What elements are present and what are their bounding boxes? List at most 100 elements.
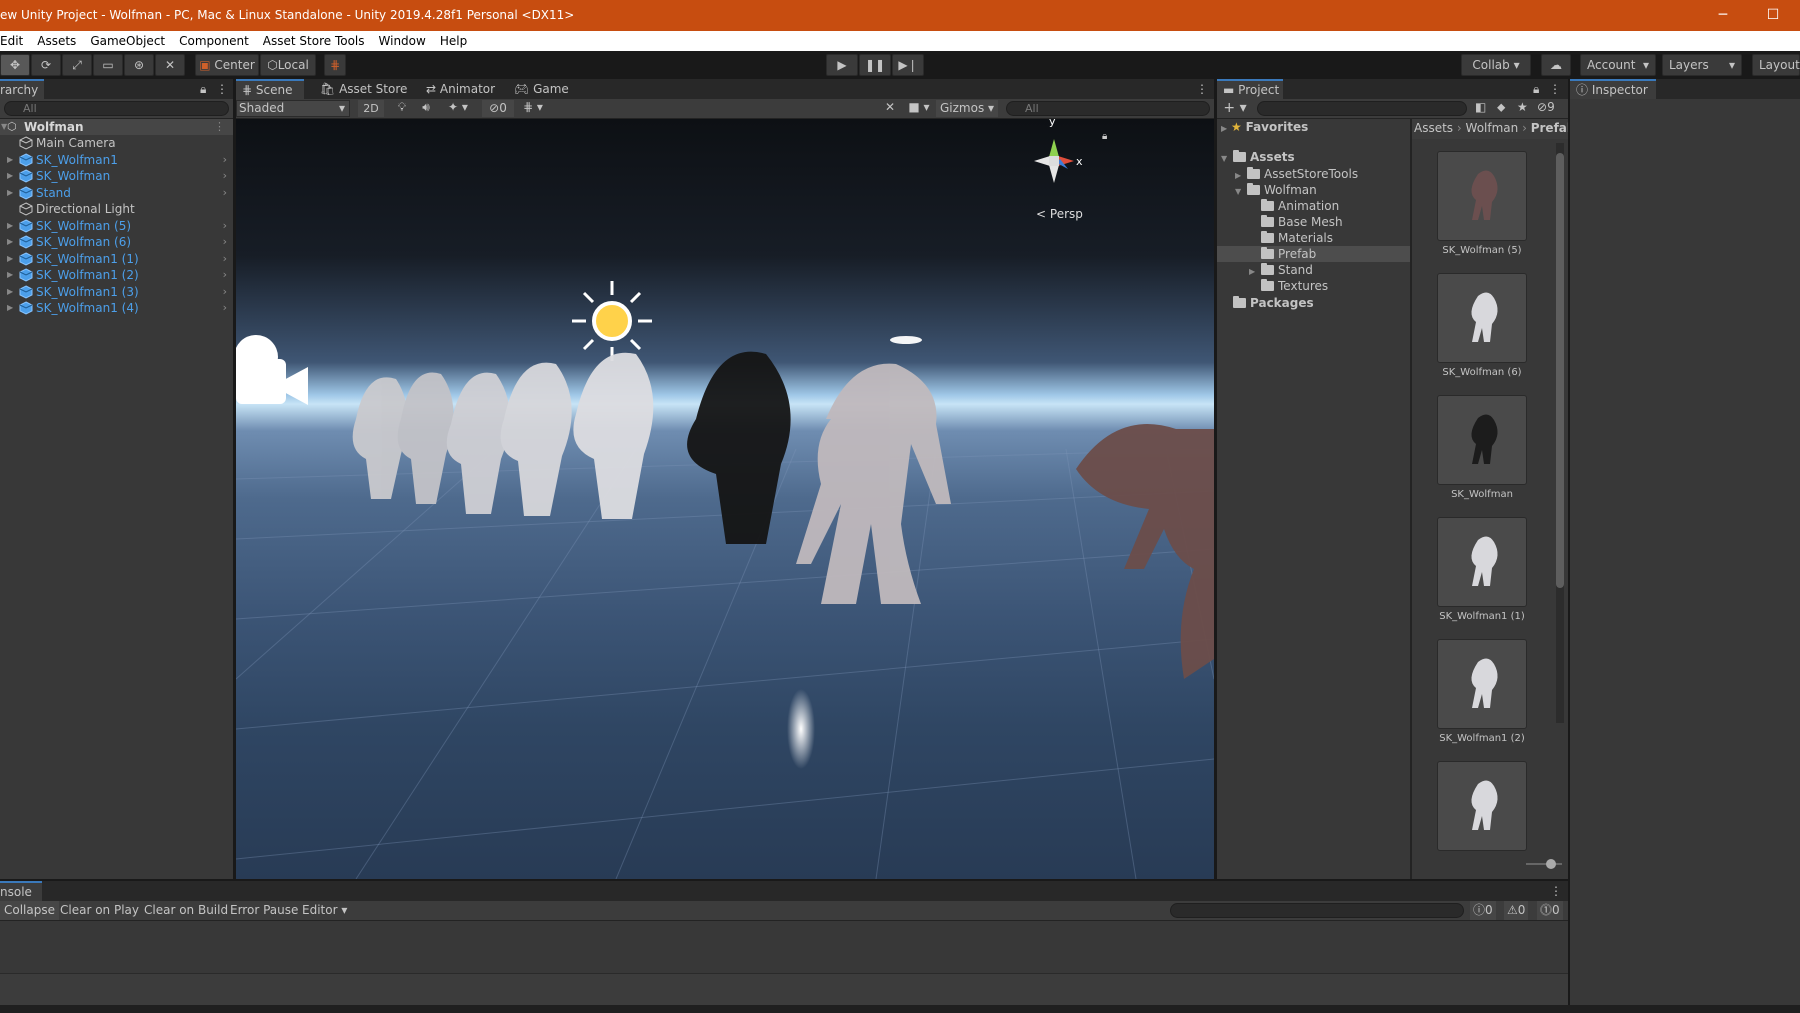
- layers-dropdown[interactable]: Layers ▾: [1662, 54, 1742, 76]
- chevron-right-icon[interactable]: ›: [223, 251, 227, 267]
- hierarchy-item[interactable]: ▶ SK_Wolfman1 ›: [0, 152, 233, 168]
- chevron-right-icon[interactable]: ›: [223, 234, 227, 250]
- favorites-row[interactable]: ▶ ★ Favorites: [1221, 119, 1308, 135]
- expand-arrow-icon[interactable]: ▶: [7, 185, 13, 201]
- custom-tool-icon[interactable]: ✕: [155, 54, 185, 76]
- persp-label[interactable]: < Persp: [1036, 207, 1083, 221]
- scrollbar-thumb[interactable]: [1556, 153, 1564, 588]
- warning-count-toggle[interactable]: ⚠0: [1504, 901, 1529, 920]
- asset-thumbnail[interactable]: [1437, 639, 1527, 729]
- step-button[interactable]: ▶❘: [892, 54, 924, 76]
- chevron-right-icon[interactable]: ›: [223, 284, 227, 300]
- search-by-type-icon[interactable]: ◧: [1475, 100, 1486, 114]
- breadcrumb-wolfman[interactable]: Wolfman: [1466, 121, 1519, 135]
- assets-scrollbar[interactable]: [1556, 143, 1564, 723]
- kebab-menu-icon[interactable]: ⋮: [1549, 79, 1561, 99]
- create-button[interactable]: + ▾: [1221, 100, 1249, 116]
- scene-kebab-icon[interactable]: ⋮: [1196, 79, 1208, 99]
- chevron-right-icon[interactable]: ›: [223, 267, 227, 283]
- tab-animator[interactable]: ⇄ Animator: [420, 79, 501, 99]
- kebab-menu-icon[interactable]: ⋮: [216, 79, 228, 99]
- console-search-input[interactable]: [1170, 903, 1464, 918]
- audio-icon[interactable]: 🔊︎: [416, 100, 436, 115]
- hidden-objects-toggle[interactable]: ⊘0: [482, 100, 514, 117]
- gizmo-lock-icon[interactable]: 🔒︎: [1102, 131, 1107, 142]
- rotate-tool-icon[interactable]: ⟳: [31, 54, 61, 76]
- expand-arrow-icon[interactable]: ▼: [1235, 184, 1247, 200]
- hidden-packages-toggle[interactable]: ⊘9: [1537, 100, 1555, 114]
- favorite-star-icon[interactable]: ★: [1517, 100, 1528, 114]
- expand-arrow-icon[interactable]: ▶: [7, 267, 13, 283]
- mode-2d-toggle[interactable]: 2D: [358, 100, 384, 117]
- tab-project[interactable]: ▬ Project: [1217, 79, 1283, 99]
- chevron-right-icon[interactable]: ›: [223, 218, 227, 234]
- expand-arrow-icon[interactable]: ▼: [1221, 151, 1233, 167]
- asset-thumbnail[interactable]: [1437, 151, 1527, 241]
- hierarchy-item[interactable]: Main Camera: [0, 135, 233, 151]
- project-tree-item[interactable]: Prefab: [1217, 246, 1410, 262]
- project-tree-item[interactable]: Base Mesh: [1249, 214, 1410, 230]
- hierarchy-item[interactable]: ▶ SK_Wolfman (5) ›: [0, 218, 233, 234]
- expand-arrow-icon[interactable]: ▶: [7, 168, 13, 184]
- chevron-right-icon[interactable]: ›: [223, 185, 227, 201]
- lock-icon[interactable]: 🔒︎: [1533, 79, 1539, 99]
- menu-asset-store-tools[interactable]: Asset Store Tools: [256, 31, 372, 51]
- project-tree-item[interactable]: ▼ Assets: [1221, 149, 1410, 165]
- menu-gameobject[interactable]: GameObject: [83, 31, 172, 51]
- hierarchy-item[interactable]: ▶ SK_Wolfman1 (2) ›: [0, 267, 233, 283]
- lighting-icon[interactable]: 💡︎: [392, 100, 412, 115]
- scene-menu-icon[interactable]: ⋮: [214, 119, 225, 135]
- project-tree-item[interactable]: Textures: [1249, 278, 1410, 294]
- minimize-button[interactable]: ─: [1700, 0, 1746, 31]
- tab-console[interactable]: nsole: [0, 881, 42, 901]
- clear-on-build-button[interactable]: Clear on Build: [140, 901, 232, 920]
- shading-dropdown[interactable]: Shaded ▾: [236, 100, 350, 117]
- collapse-button[interactable]: Collapse: [0, 901, 59, 920]
- tab-scene[interactable]: ⋕ Scene: [236, 79, 304, 99]
- asset-thumbnail[interactable]: [1437, 273, 1527, 363]
- maximize-button[interactable]: ☐: [1750, 0, 1796, 31]
- rect-tool-icon[interactable]: ▭: [93, 54, 123, 76]
- pivot-local-button[interactable]: ⬡Local: [260, 54, 316, 76]
- hierarchy-search-input[interactable]: All: [4, 101, 229, 116]
- tab-asset-store[interactable]: 🛍︎ Asset Store: [314, 79, 413, 99]
- lock-icon[interactable]: 🔒︎: [200, 79, 206, 99]
- clear-on-play-button[interactable]: Clear on Play: [56, 901, 143, 920]
- project-tree-item[interactable]: ▼ Wolfman: [1235, 182, 1410, 198]
- chevron-right-icon[interactable]: ›: [223, 168, 227, 184]
- project-tree-item[interactable]: Animation: [1249, 198, 1410, 214]
- expand-arrow-icon[interactable]: ▶: [7, 284, 13, 300]
- hierarchy-item[interactable]: ▶ SK_Wolfman1 (3) ›: [0, 284, 233, 300]
- pause-button[interactable]: ❚❚: [859, 54, 891, 76]
- breadcrumb-assets[interactable]: Assets: [1414, 121, 1453, 135]
- cloud-icon[interactable]: ☁: [1541, 54, 1571, 76]
- kebab-menu-icon[interactable]: ⋮: [1550, 881, 1562, 901]
- collab-button[interactable]: Collab ▾: [1461, 54, 1531, 76]
- tab-game[interactable]: 🎮︎ Game: [508, 79, 575, 99]
- hierarchy-item[interactable]: ▶ Stand ›: [0, 185, 233, 201]
- chevron-right-icon[interactable]: ›: [223, 152, 227, 168]
- gizmos-dropdown[interactable]: Gizmos ▾: [936, 100, 998, 117]
- zoom-slider[interactable]: [1526, 863, 1562, 865]
- hierarchy-item[interactable]: ▶ SK_Wolfman ›: [0, 168, 233, 184]
- search-by-label-icon[interactable]: ⬥: [1497, 100, 1505, 115]
- expand-arrow-icon[interactable]: ▶: [7, 234, 13, 250]
- tools-icon[interactable]: ✕: [880, 100, 900, 114]
- asset-thumbnail[interactable]: [1437, 395, 1527, 485]
- menu-help[interactable]: Help: [433, 31, 474, 51]
- tab-inspector[interactable]: ⓘ Inspector: [1570, 79, 1656, 99]
- hierarchy-item[interactable]: Directional Light: [0, 201, 233, 217]
- hierarchy-item[interactable]: ▶ SK_Wolfman1 (4) ›: [0, 300, 233, 316]
- expand-arrow-icon[interactable]: ▶: [7, 218, 13, 234]
- tab-hierarchy[interactable]: rarchy: [0, 79, 45, 99]
- layout-dropdown[interactable]: Layout: [1752, 54, 1800, 76]
- scale-tool-icon[interactable]: ⤢: [62, 54, 92, 76]
- asset-thumbnail[interactable]: [1437, 761, 1527, 851]
- menu-component[interactable]: Component: [172, 31, 256, 51]
- menu-assets[interactable]: Assets: [30, 31, 83, 51]
- asset-thumbnail[interactable]: [1437, 517, 1527, 607]
- expand-arrow-icon[interactable]: ▶: [7, 251, 13, 267]
- editor-dropdown[interactable]: Editor ▾: [298, 901, 351, 920]
- move-tool-icon[interactable]: ✥: [0, 54, 30, 76]
- log-count-toggle[interactable]: ⓘ0: [1470, 901, 1496, 920]
